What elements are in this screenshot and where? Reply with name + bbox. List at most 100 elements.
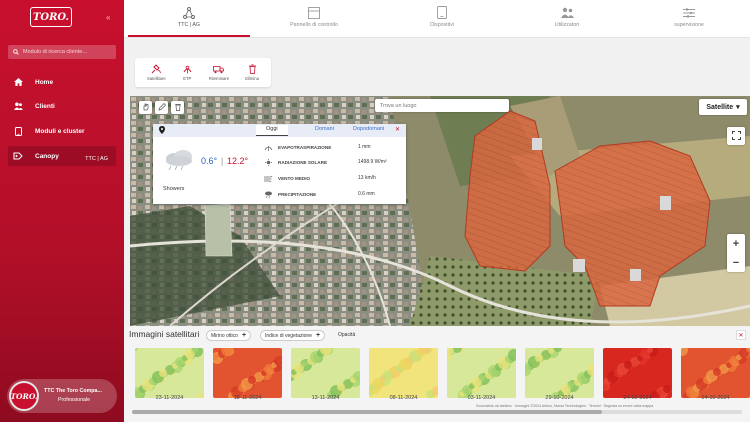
tool-label: Elimina [245, 76, 259, 81]
tab-label: Pannello di controllo [290, 22, 338, 28]
weather-row-value: 1498.9 W/m² [358, 159, 387, 165]
weather-row-label: PRECIPITAZIONE [278, 191, 317, 197]
caret-down-icon: ▾ [736, 104, 740, 111]
toro-logo[interactable]: TORO. [30, 7, 72, 27]
temperature-min: 0.6° [201, 156, 218, 166]
satellite-thumbnail-date: 04-10-2024 [701, 395, 730, 401]
trash-icon [174, 103, 182, 113]
sidebar-item-clienti[interactable]: Clienti [8, 96, 116, 116]
tool-label: Satellitare [147, 76, 166, 81]
tool-label: Rimminare [208, 76, 230, 81]
satellite-icon [151, 64, 161, 74]
weather-tab-oggi[interactable]: Oggi [256, 125, 288, 136]
sidebar-item-home[interactable]: Home [8, 72, 116, 92]
sidebar-item-canopy[interactable]: Canopy TTC | AG [8, 146, 116, 166]
weather-row-value: 1 mm [358, 144, 371, 150]
search-icon [13, 49, 19, 55]
tab-label: supervisione [674, 22, 704, 28]
satellite-thumbnail[interactable] [135, 348, 204, 398]
sidebar-item-moduli[interactable]: Moduli e cluster [8, 121, 116, 141]
satellite-thumbnail[interactable] [369, 348, 438, 398]
temperature-separator: | [221, 156, 224, 166]
fullscreen-button[interactable] [727, 127, 745, 145]
satellite-thumbnail[interactable] [603, 348, 672, 398]
sun-icon [265, 158, 272, 166]
filter-mirino-ottico[interactable]: Mirino ottico + [206, 330, 252, 341]
filter-label: Indice di vegetazione [265, 332, 312, 339]
tab-label: Dispositivi [430, 22, 454, 28]
etp-tool-button[interactable]: ETP [182, 64, 193, 81]
zoom-out-button[interactable]: − [733, 257, 739, 269]
tab-dispositivi[interactable]: Dispositivi [392, 0, 492, 37]
thumbnail-scrollbar[interactable] [132, 410, 742, 414]
delete-tool-button[interactable]: Elimina [245, 64, 259, 81]
map-attribution: Scorciatoie da tastiera · Immagini ©2024… [476, 404, 654, 408]
device-icon [436, 6, 449, 19]
weather-close-button[interactable]: ✕ [395, 126, 400, 133]
weather-tab-domani[interactable]: Domani [315, 126, 334, 132]
satellite-thumbnail-date: 18-11-2024 [233, 395, 262, 401]
filter-indice-vegetazione[interactable]: Indice di vegetazione + [260, 330, 326, 341]
satellite-thumbnail-date: 13-11-2024 [311, 395, 340, 401]
tab-pannello[interactable]: Pannello di controllo [264, 0, 364, 37]
plus-icon: + [315, 332, 321, 339]
weather-row-precipitation: PRECIPITAZIONE 0.6 mm [264, 189, 398, 199]
filter-label: Mirino ottico [211, 332, 238, 339]
users-icon [13, 102, 23, 111]
satellite-thumbnail[interactable] [447, 348, 516, 398]
satellite-tool-button[interactable]: Satellitare [147, 64, 166, 81]
location-pin-icon [159, 126, 165, 136]
sidebar-item-label: Home [35, 78, 54, 86]
satellite-thumbnail[interactable] [213, 348, 282, 398]
satellite-thumbnail-date: 08-11-2024 [389, 395, 418, 401]
wind-icon [264, 175, 273, 182]
sidebar-item-label: Canopy [35, 152, 59, 160]
collapse-sidebar-icon[interactable]: « [106, 13, 110, 22]
tab-label: TTC | AG [178, 22, 200, 28]
zoom-in-button[interactable]: + [733, 238, 739, 250]
satellite-thumbnail-date: 03-11-2024 [467, 395, 496, 401]
client-search-box[interactable] [8, 45, 116, 59]
tab-utilizzatori[interactable]: Utilizzatori [517, 0, 617, 37]
weather-row-evapotranspiration: EVAPOTRASPIRAZIONE 1 mm [264, 142, 398, 152]
satellite-thumbnail[interactable] [525, 348, 594, 398]
map-search-input[interactable] [380, 102, 500, 109]
sidebar: TORO. « Home Clienti Moduli e cluster Ca… [0, 0, 124, 422]
map-type-label: Satellite [706, 103, 734, 111]
trash-icon [248, 64, 256, 74]
canopy-icon [13, 152, 23, 161]
truck-icon [213, 66, 225, 74]
tab-ttc-ag[interactable]: TTC | AG [128, 0, 250, 37]
weather-row-label: RADIAZIONE SOLARE [278, 159, 328, 165]
map-search-box[interactable] [375, 99, 509, 112]
weather-card: Oggi Domani Dopodomani ✕ 0.6° | 12.2° Sh… [153, 124, 406, 204]
satellite-images-panel: Immagini satellitari Mirino ottico + Ind… [124, 326, 750, 422]
dashboard-icon [308, 6, 321, 19]
client-search-input[interactable] [23, 49, 113, 55]
rain-cloud-icon [163, 149, 195, 173]
sidebar-item-label: Clienti [35, 102, 55, 110]
user-group-icon [560, 6, 574, 19]
map-type-select[interactable]: Satellite ▾ [699, 99, 747, 115]
weather-condition: Showers [163, 186, 185, 192]
rimminare-tool-button[interactable]: Rimminare [209, 64, 229, 81]
rain-icon [265, 191, 272, 198]
zoom-control: + − [727, 234, 745, 272]
plus-icon: + [241, 332, 247, 339]
map-delete-button[interactable] [171, 101, 184, 114]
weather-tab-dopodomani[interactable]: Dopodomani [353, 126, 384, 132]
satellite-thumbnail[interactable] [681, 348, 750, 398]
user-role: Professionale [58, 397, 91, 403]
home-icon [13, 78, 23, 87]
satellite-panel-close-button[interactable]: ✕ [736, 330, 746, 340]
tab-supervisione[interactable]: supervisione [639, 0, 739, 37]
weather-row-value: 13 km/h [358, 175, 376, 181]
satellite-thumbnail[interactable] [291, 348, 360, 398]
scrollbar-thumb[interactable] [132, 410, 602, 414]
opacity-control[interactable]: Opacità [338, 332, 355, 338]
draw-tool-button[interactable] [155, 101, 168, 114]
sidebar-item-label: Moduli e cluster [35, 127, 85, 135]
user-profile[interactable]: TORO. TTC The Toro Compa... Professional… [7, 379, 117, 413]
hand-icon [142, 103, 150, 113]
pan-tool-button[interactable] [139, 101, 152, 114]
